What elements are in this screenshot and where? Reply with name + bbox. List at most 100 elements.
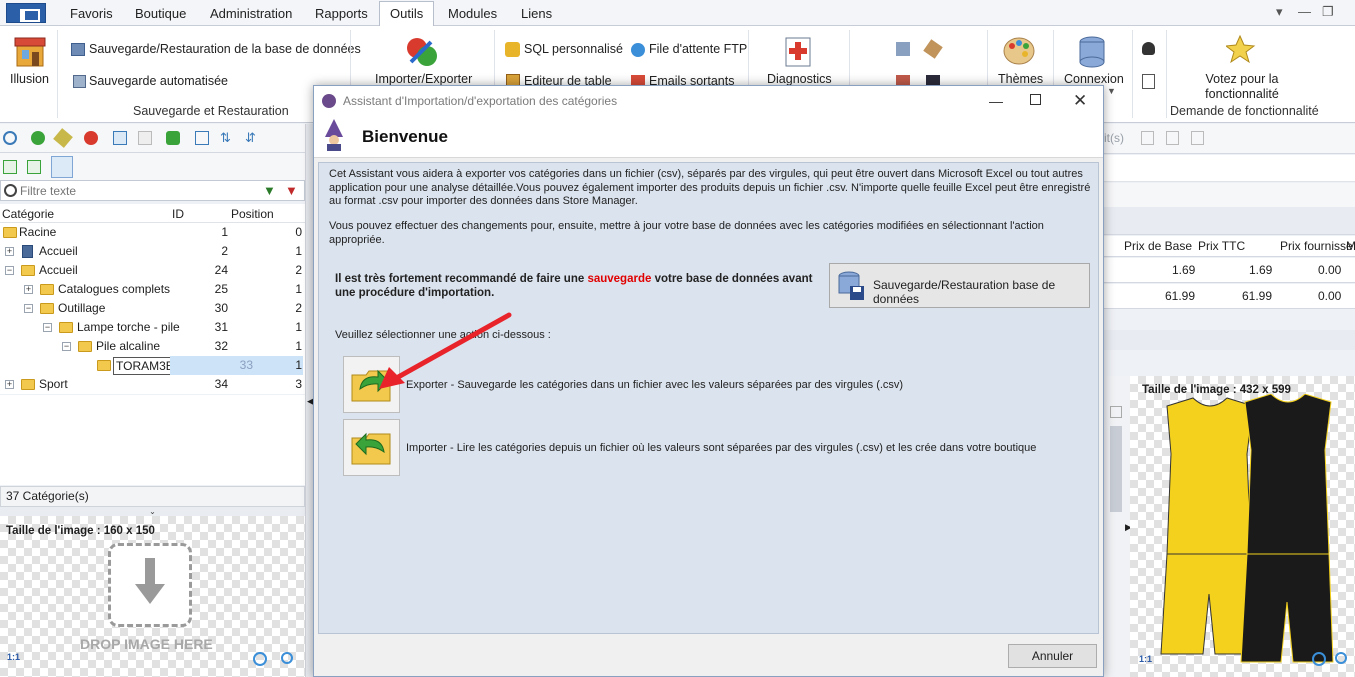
connexion-button[interactable]: Connexion [1064,72,1124,86]
broom-icon[interactable] [923,39,943,59]
delete-icon[interactable] [84,131,98,145]
copy-icon[interactable] [113,131,127,145]
backup-restore-db-button[interactable]: Sauvegarde/Restauration de la base de do… [89,42,361,56]
table-row[interactable]: 1.69 1.69 0.00 [1104,258,1355,283]
column-header-base-price[interactable]: Prix de Base [1124,239,1192,253]
illusion-button[interactable]: Illusion [10,72,49,86]
grid-icon[interactable] [195,131,209,145]
cell-supplier-price: 0.00 [1318,289,1342,303]
diagnostics-button[interactable]: Diagnostics [767,72,832,86]
column-header-price-ttc[interactable]: Prix TTC [1198,239,1245,253]
grid-scrollbar[interactable] [1104,330,1355,350]
column-header-id[interactable]: ID [172,207,184,221]
tree-row-id: 25 [214,282,228,296]
tab-outils[interactable]: Outils [379,1,435,27]
zoom-icon[interactable] [1335,652,1347,664]
paste-icon[interactable] [138,131,152,145]
expand-tree-icon[interactable] [3,160,17,174]
tab-administration[interactable]: Administration [200,4,302,26]
document-icon[interactable] [1142,74,1155,89]
scroll-thumb[interactable] [1110,426,1122,512]
minimize-icon[interactable]: — [989,86,1003,116]
tree-row[interactable]: − Lampe torche - pile 31 1 [0,318,305,337]
right-toolbar-label[interactable]: it(s) [1104,131,1124,145]
column-header-category[interactable]: Catégorie [2,207,54,221]
expand-toggle[interactable]: + [5,380,14,389]
table-view-icon[interactable] [51,156,73,178]
tab-liens[interactable]: Liens [511,4,562,26]
drop-image-icon[interactable] [108,543,192,627]
collapse-toggle[interactable]: − [5,266,14,275]
import-label[interactable]: Importer - Lire les catégories depuis un… [406,442,1036,454]
expand-toggle[interactable]: + [24,285,33,294]
tab-modules[interactable]: Modules [438,4,507,26]
ftp-queue-button[interactable]: File d'attente FTP [649,42,747,56]
product-image-panel: Taille de l'image : 432 x 599 1:1 [1130,376,1355,677]
themes-button[interactable]: Thèmes [998,72,1043,86]
rotate-icon[interactable] [253,652,267,666]
minimize-icon[interactable]: — [1298,4,1311,19]
copy-disabled-icon[interactable] [1141,131,1154,145]
actual-size-icon[interactable]: 1:1 [7,652,20,662]
tab-favoris[interactable]: Favoris [60,4,123,26]
tree-row-id: 32 [214,339,228,353]
clear-filter-icon[interactable]: ▼ [285,183,301,198]
tree-row[interactable]: + Catalogues complets 25 1 [0,280,305,299]
add-icon[interactable] [31,131,45,145]
tree-row[interactable]: Racine 1 0 [0,223,305,242]
rotate-icon[interactable] [1312,652,1326,666]
import-button[interactable] [343,419,400,476]
filter-text-input[interactable] [20,182,256,199]
filter-icon[interactable]: ▼ [263,183,279,198]
chevron-down-icon[interactable]: ▼ [1107,86,1116,96]
dropdown-icon[interactable]: ▾ [1276,4,1283,20]
refresh-icon[interactable] [3,131,17,145]
folder-icon [40,284,54,295]
cancel-button[interactable]: Annuler [1008,644,1097,668]
expand-toggle[interactable]: + [5,247,14,256]
splitter-handle[interactable]: ⌄ [0,507,305,516]
settings-gear-icon[interactable] [4,184,17,197]
maximize-icon[interactable] [1030,94,1041,105]
tree-row[interactable]: + Accueil 2 1 [0,242,305,261]
panel-splitter[interactable]: ◀ [305,124,314,677]
database-save-icon [837,271,865,301]
column-header-more[interactable]: Ma [1346,239,1355,253]
vote-feature-button[interactable]: Votez pour la fonctionnalité [1194,72,1290,102]
paste-disabled-icon[interactable] [1166,131,1179,145]
backup-restore-button[interactable]: Sauvegarde/Restauration base de données [829,263,1090,308]
scroll-up-icon[interactable] [1110,406,1122,418]
zoom-icon[interactable] [281,652,293,664]
tree-row-selected[interactable]: TORAM3B4 33 1 [0,356,305,375]
category-image-panel: Taille de l'image : 160 x 150 DROP IMAGE… [0,516,305,677]
import-export-button[interactable]: Importer/Exporter [375,72,472,86]
edit-icon[interactable] [53,128,73,148]
user-icon[interactable] [1142,42,1155,55]
collapse-toggle[interactable]: − [24,304,33,313]
tab-rapports[interactable]: Rapports [305,4,378,26]
export-disabled-icon[interactable] [1191,131,1204,145]
collapse-toggle[interactable]: − [43,323,52,332]
column-header-supplier-price[interactable]: Prix fournisse [1280,239,1353,253]
sort-up-icon[interactable]: ⇅ [220,130,231,146]
tool-download-icon[interactable] [896,42,910,56]
auto-backup-button[interactable]: Sauvegarde automatisée [89,74,228,88]
tree-row-position: 1 [295,282,302,296]
tree-row[interactable]: − Outillage 30 2 [0,299,305,318]
tree-row[interactable]: − Accueil 24 2 [0,261,305,280]
table-row[interactable]: 61.99 61.99 0.00 [1104,284,1355,309]
collapse-toggle[interactable]: − [62,342,71,351]
collapse-tree-icon[interactable] [27,160,41,174]
import-export-small-icon[interactable] [166,131,180,145]
tab-boutique[interactable]: Boutique [125,4,196,26]
sort-down-icon[interactable]: ⇵ [245,130,256,146]
right-vertical-scrollbar[interactable]: ▶ [1104,376,1132,677]
actual-size-icon[interactable]: 1:1 [1139,654,1152,664]
custom-sql-button[interactable]: SQL personnalisé [524,42,623,56]
tree-row[interactable]: + Sport 34 3 [0,375,305,394]
close-icon[interactable]: ✕ [1073,86,1087,116]
app-menu-button[interactable] [6,3,46,23]
column-header-position[interactable]: Position [231,207,274,221]
restore-icon[interactable]: ❐ [1322,4,1334,20]
tree-row[interactable]: − Pile alcaline 32 1 [0,337,305,356]
